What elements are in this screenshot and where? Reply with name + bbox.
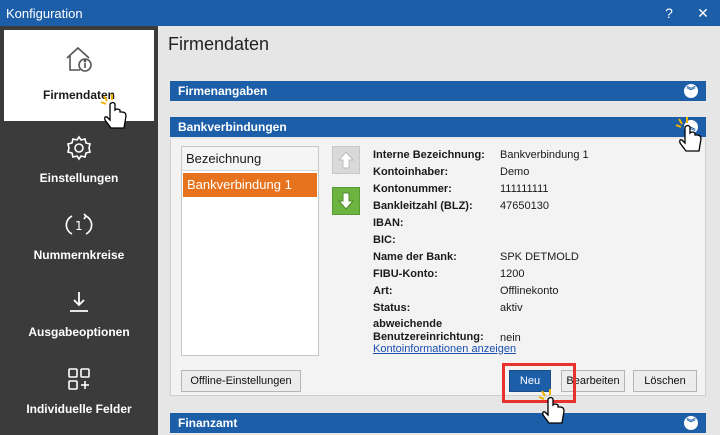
sidebar-item-label: Individuelle Felder	[26, 402, 132, 416]
detail-value: 47650130	[500, 199, 549, 212]
arrow-up-icon	[337, 151, 355, 169]
detail-label: Bankleitzahl (BLZ):	[373, 199, 473, 212]
detail-label: Kontonummer:	[373, 182, 452, 195]
detail-row: Kontonummer: 111111111	[373, 180, 693, 197]
detail-row: Name der Bank: SPK DETMOLD	[373, 248, 693, 265]
kontoinformationen-link[interactable]: Kontoinformationen anzeigen	[373, 343, 516, 355]
arrow-down-icon	[337, 192, 355, 210]
new-button[interactable]: Neu	[509, 370, 551, 392]
help-button[interactable]: ?	[652, 0, 686, 26]
detail-value: SPK DETMOLD	[500, 250, 579, 263]
detail-value: Offlinekonto	[500, 284, 559, 297]
detail-row: Kontoinhaber: Demo	[373, 163, 693, 180]
section-bankverbindungen[interactable]: Bankverbindungen ︽	[170, 117, 706, 137]
section-firmenangaben[interactable]: Firmenangaben ︾	[170, 81, 706, 101]
svg-text:1: 1	[75, 219, 83, 233]
detail-label: IBAN:	[373, 216, 404, 229]
close-button[interactable]: ✕	[686, 0, 720, 26]
section-finanzamt[interactable]: Finanzamt ︾	[170, 413, 706, 433]
detail-value: 111111111	[500, 182, 549, 195]
sidebar-item-label: Firmendaten	[42, 88, 115, 102]
bank-panel: Bezeichnung Bankverbindung 1 Interne Bez…	[170, 139, 706, 403]
detail-value: Bankverbindung 1	[500, 148, 589, 161]
edit-button[interactable]: Bearbeiten	[561, 370, 625, 392]
detail-value: nein	[500, 332, 521, 344]
sidebar-item-ausgabeoptionen[interactable]: Ausgabeoptionen	[0, 275, 158, 352]
detail-label: Kontoinhaber:	[373, 165, 449, 178]
chevron-double-down-icon[interactable]: ︾	[684, 416, 698, 430]
chevron-double-down-icon[interactable]: ︾	[684, 84, 698, 98]
detail-row: FIBU-Konto: 1200	[373, 265, 693, 282]
chevron-double-up-icon[interactable]: ︽	[684, 120, 698, 134]
download-icon	[64, 287, 94, 317]
move-down-button[interactable]	[332, 187, 360, 215]
section-title: Bankverbindungen	[178, 120, 287, 134]
offline-settings-button[interactable]: Offline-Einstellungen	[181, 370, 301, 392]
bank-details: Interne Bezeichnung: Bankverbindung 1 Kon…	[373, 146, 693, 346]
detail-value: 1200	[500, 267, 525, 280]
detail-value: Demo	[500, 165, 530, 178]
cycle-one-icon: 1	[64, 210, 94, 240]
move-up-button[interactable]	[332, 146, 360, 174]
section-title: Firmenangaben	[178, 84, 268, 98]
home-info-icon	[64, 44, 94, 74]
main-content: Firmendaten Firmenangaben ︾ Bankverbindu…	[158, 26, 720, 435]
sidebar-item-individuelle-felder[interactable]: Individuelle Felder	[0, 352, 158, 429]
sidebar-item-label: Einstellungen	[39, 171, 119, 185]
detail-row: IBAN:	[373, 214, 693, 231]
detail-label: Interne Bezeichnung:	[373, 148, 485, 161]
gear-icon	[64, 133, 94, 163]
detail-label: Status:	[373, 301, 411, 314]
sidebar-item-einstellungen[interactable]: Einstellungen	[0, 121, 158, 198]
bank-list[interactable]: Bezeichnung Bankverbindung 1	[181, 146, 319, 356]
window-titlebar: Konfiguration ? ✕	[0, 0, 720, 26]
list-item[interactable]: Bankverbindung 1	[183, 173, 317, 197]
detail-row: Interne Bezeichnung: Bankverbindung 1	[373, 146, 693, 163]
page-title: Firmendaten	[168, 34, 270, 54]
detail-row: Bankleitzahl (BLZ): 47650130	[373, 197, 693, 214]
detail-label: BIC:	[373, 233, 396, 246]
list-column-header[interactable]: Bezeichnung	[182, 147, 318, 171]
sidebar-item-firmendaten[interactable]: Firmendaten	[4, 30, 154, 121]
sidebar-item-nummernkreise[interactable]: 1 Nummernkreise	[0, 198, 158, 275]
section-title: Finanzamt	[178, 416, 238, 430]
detail-label: Name der Bank:	[373, 250, 457, 263]
detail-row: Art: Offlinekonto	[373, 282, 693, 299]
sidebar-item-label: Nummernkreise	[33, 248, 125, 262]
detail-label: Art:	[373, 284, 393, 297]
detail-row: BIC:	[373, 231, 693, 248]
grid-add-icon	[64, 364, 94, 394]
delete-button[interactable]: Löschen	[633, 370, 697, 392]
detail-label: FIBU-Konto:	[373, 267, 438, 280]
detail-label: abweichende Benutzereinrichtung:	[373, 318, 484, 343]
sidebar: Firmendaten Einstellungen 1 Nummernkreis…	[0, 26, 158, 435]
window-title: Konfiguration	[6, 5, 83, 21]
detail-value: aktiv	[500, 301, 523, 314]
sidebar-item-label: Ausgabeoptionen	[28, 325, 130, 339]
detail-row: Status: aktiv	[373, 299, 693, 316]
detail-row: abweichende Benutzereinrichtung: nein	[373, 316, 693, 346]
